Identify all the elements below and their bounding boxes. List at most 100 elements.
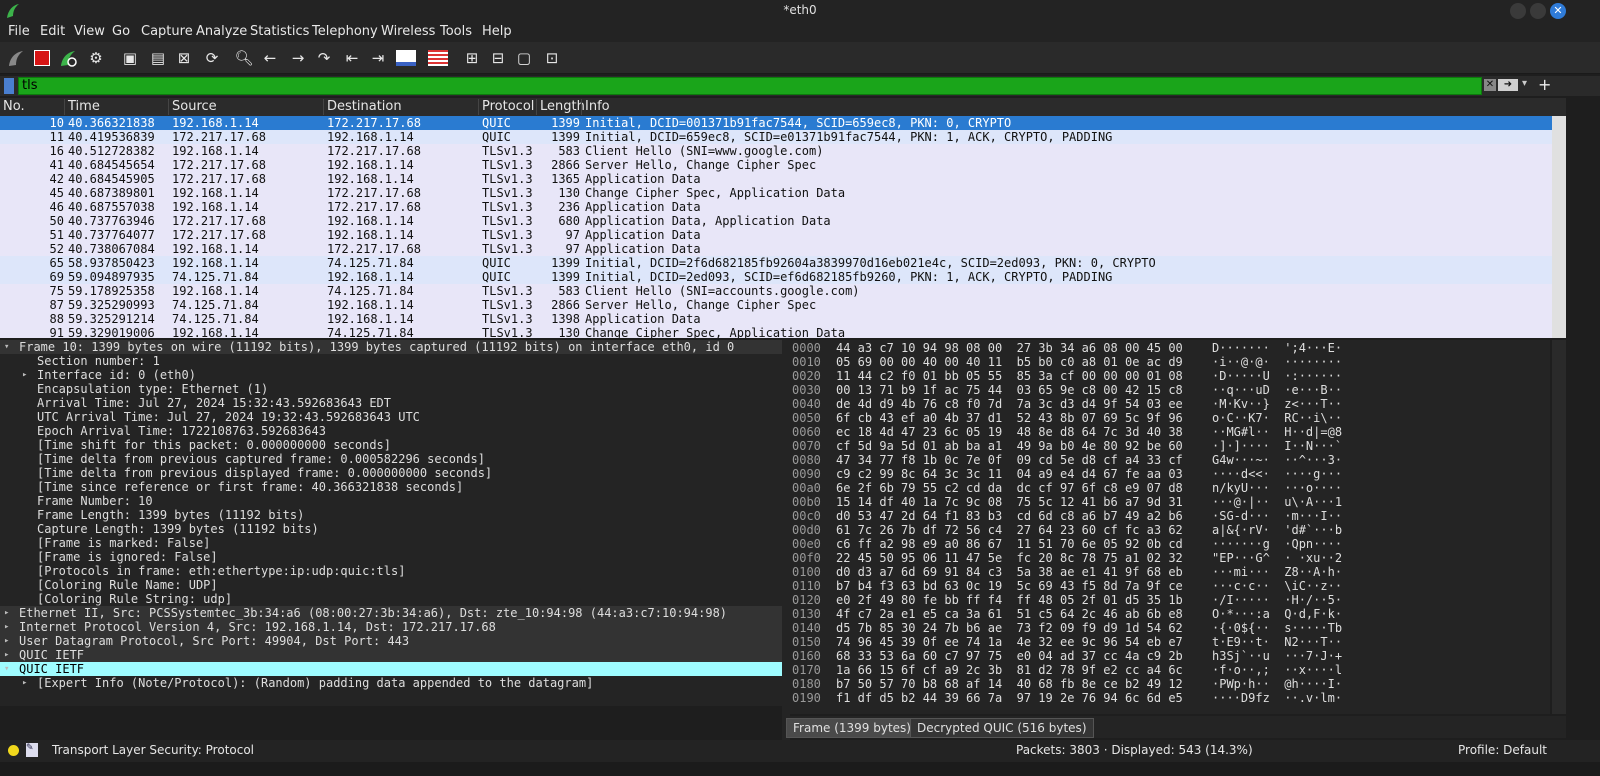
bytes-hex[interactable]: 74 96 45 39 0f ee 74 1a 4e 32 ee 9c 96 5… [836,635,1183,649]
bytes-ascii[interactable]: ·SG-d··· ·m···I·· [1212,509,1342,523]
bytes-ascii[interactable]: ·PWp·h·· @h····I· [1212,677,1342,691]
close-button[interactable]: ✕ [1550,3,1566,19]
detail-node[interactable]: [Frame is marked: False] [0,536,782,550]
menu-go[interactable]: Go [112,24,130,39]
bytes-hex[interactable]: 47 34 77 f8 1b 0c 7e 0f 09 cd 5e d8 cf a… [836,453,1183,467]
clear-filter-icon[interactable]: ✕ [1484,79,1496,91]
column-header-info[interactable]: Info [581,99,610,115]
detail-node[interactable]: Encapsulation type: Ethernet (1) [0,382,782,396]
detail-node[interactable]: ▾ QUIC IETF [0,662,782,676]
column-header-time[interactable]: Time [64,99,100,115]
packet-row[interactable]: 52 40.738067084 192.168.1.14 172.217.17.68 T… [0,242,1552,256]
bytes-ascii[interactable]: n/kyU··· ···o···· [1212,481,1342,495]
packet-row[interactable]: 75 59.178925358 192.168.1.14 74.125.71.84 TL… [0,284,1552,298]
close-file-icon[interactable]: ⊠ [172,46,196,70]
bytes-hex[interactable]: 6e 2f 6b 79 55 c2 cd da dc cf 97 6f c8 e… [836,481,1183,495]
bytes-hex[interactable]: 6f cb 43 ef a0 4b 37 d1 52 43 8b 07 69 5… [836,411,1183,425]
expand-open-chevron-icon[interactable]: ▾ [4,662,9,676]
status-profile[interactable]: Profile: Default [1458,743,1547,757]
detail-node[interactable]: ▸ Internet Protocol Version 4, Src: 192.1… [0,620,782,634]
detail-node[interactable]: ▸ Interface id: 0 (eth0) [0,368,782,382]
detail-node[interactable]: [Time delta from previous captured frame… [0,452,782,466]
bytes-ascii[interactable]: G4w···~· ··^···3· [1212,453,1342,467]
restart-capture-icon[interactable] [56,46,80,70]
detail-node[interactable]: ▸ Ethernet II, Src: PCSSystemtec_3b:34:a6… [0,606,782,620]
detail-node[interactable]: Arrival Time: Jul 27, 2024 15:32:43.5926… [0,396,782,410]
bytes-hex[interactable]: ec 18 4d 47 23 6c 05 19 48 8e d8 64 7c 3… [836,425,1183,439]
bytes-ascii[interactable]: ·D·····U ·:······ [1212,369,1342,383]
expand-closed-chevron-icon[interactable]: ▸ [4,606,9,620]
bytes-ascii[interactable]: ·]·]···· I··N···` [1212,439,1342,453]
packet-row[interactable]: 51 40.737764077 172.217.17.68 192.168.1.14 T… [0,228,1552,242]
bytes-ascii[interactable]: D······· ';4···E· [1212,341,1342,355]
column-header-destination[interactable]: Destination [323,99,402,115]
expand-closed-chevron-icon[interactable]: ▸ [4,634,9,648]
detail-node[interactable]: [Coloring Rule String: udp] [0,592,782,606]
bytes-ascii[interactable]: ···@·|·· u\·A···1 [1212,495,1342,509]
bytes-hex[interactable]: 15 14 df 40 1a 7c 9c 08 75 5c 12 41 b6 a… [836,495,1183,509]
bytes-hex[interactable]: d0 53 47 2d 64 f1 83 b3 cd 6d c8 a6 b7 4… [836,509,1183,523]
bytes-ascii[interactable]: t·E9··t· N2···T·· [1212,635,1342,649]
detail-node[interactable]: [Frame is ignored: False] [0,550,782,564]
column-header-source[interactable]: Source [168,99,217,115]
packet-row[interactable]: 88 59.325291214 74.125.71.84 192.168.1.14 TL… [0,312,1552,326]
bytes-ascii[interactable]: O·*···:a Q·d,F·k· [1212,607,1342,621]
detail-node[interactable]: Epoch Arrival Time: 1722108763.592683643 [0,424,782,438]
bytes-ascii[interactable]: a|&{·rV· 'd#`···b [1212,523,1342,537]
save-file-icon[interactable]: ▤ [146,46,170,70]
packet-row[interactable]: 11 40.419536839 172.217.17.68 192.168.1.14 Q… [0,130,1552,144]
find-packet-icon[interactable]: 🔍︎ [232,46,256,70]
autoscroll-icon[interactable] [394,46,418,70]
bytes-hex[interactable]: 61 7c 26 7b df 72 56 c4 27 64 23 60 cf f… [836,523,1183,537]
bytes-ascii[interactable]: ··q···uD ·e···B·· [1212,383,1342,397]
bytes-hex[interactable]: 11 44 c2 f0 01 bb 05 55 85 3a cf 00 00 0… [836,369,1183,383]
menu-file[interactable]: File [8,24,30,39]
bytes-ascii[interactable]: ·······g ·Qpn···· [1212,537,1342,551]
bytes-hex[interactable]: c6 ff a2 98 e9 a0 86 67 11 51 70 6e 05 9… [836,537,1183,551]
menu-view[interactable]: View [74,24,105,39]
bytes-hex[interactable]: 44 a3 c7 10 94 98 08 00 27 3b 34 a6 08 0… [836,341,1183,355]
detail-node[interactable]: Frame Length: 1399 bytes (11192 bits) [0,508,782,522]
packet-list-scrollbar[interactable] [1552,116,1566,338]
byte-tab-frame[interactable]: Frame (1399 bytes) [786,718,918,738]
bytes-hex[interactable]: 68 33 53 6a 60 c7 97 75 e0 04 ad 37 cc 4… [836,649,1183,663]
zoom-in-icon[interactable]: ⊞ [460,46,484,70]
menu-statistics[interactable]: Statistics [250,24,309,39]
menu-telephony[interactable]: Telephony [312,24,378,39]
bytes-ascii[interactable]: ····d<<· ····g··· [1212,467,1342,481]
colorize-icon[interactable] [426,46,450,70]
detail-node[interactable]: [Time shift for this packet: 0.000000000… [0,438,782,452]
column-header-no[interactable]: No. [0,99,25,115]
expand-closed-chevron-icon[interactable]: ▸ [22,676,27,690]
packet-row[interactable]: 50 40.737763946 172.217.17.68 192.168.1.14 T… [0,214,1552,228]
bytes-ascii[interactable]: ····D9fz ··.v·lm· [1212,691,1342,705]
resize-columns-icon[interactable]: ⊡ [540,46,564,70]
detail-node[interactable]: UTC Arrival Time: Jul 27, 2024 19:32:43.… [0,410,782,424]
bytes-hex[interactable]: e0 2f 49 80 fe bb ff f4 ff 48 05 2f 01 d… [836,593,1183,607]
packet-row[interactable]: 16 40.512728382 192.168.1.14 172.217.17.68 T… [0,144,1552,158]
packet-row[interactable]: 41 40.684545654 172.217.17.68 192.168.1.14 T… [0,158,1552,172]
bookmark-icon[interactable] [4,78,14,94]
menu-help[interactable]: Help [482,24,512,39]
go-to-packet-icon[interactable]: ↷ [312,46,336,70]
minimize-button[interactable] [1510,3,1526,19]
normal-size-icon[interactable]: ▢ [512,46,536,70]
bytes-ascii[interactable]: ···c·c·· \iC··z·· [1212,579,1342,593]
detail-node[interactable]: [Protocols in frame: eth:ethertype:ip:ud… [0,564,782,578]
bytes-hex[interactable]: 1a 66 15 6f cf a9 2c 3b 81 d2 78 9f e2 c… [836,663,1183,677]
detail-node[interactable]: [Coloring Rule Name: UDP] [0,578,782,592]
menu-edit[interactable]: Edit [40,24,65,39]
bytes-ascii[interactable]: ·i··@·@· ········ [1212,355,1342,369]
display-filter-input[interactable]: tls [18,77,1482,95]
bytes-ascii[interactable]: o·C··K7· RC··i\·· [1212,411,1342,425]
start-capture-icon[interactable] [4,46,28,70]
menu-analyze[interactable]: Analyze [196,24,247,39]
bytes-ascii[interactable]: ···mi··· Z8··A·h· [1212,565,1342,579]
packet-row[interactable]: 42 40.684545905 172.217.17.68 192.168.1.14 T… [0,172,1552,186]
detail-node[interactable]: Frame Number: 10 [0,494,782,508]
packet-row[interactable]: 65 58.937850423 192.168.1.14 74.125.71.84 QU… [0,256,1552,270]
bytes-hex[interactable]: c9 c2 99 8c 64 3c 3c 11 04 a9 e4 d4 67 f… [836,467,1183,481]
packet-row[interactable]: 87 59.325290993 74.125.71.84 192.168.1.14 TL… [0,298,1552,312]
packet-row[interactable]: 45 40.687389801 192.168.1.14 172.217.17.68 T… [0,186,1552,200]
bytes-ascii[interactable]: h3Sj`··u ···7·J·+ [1212,649,1342,663]
